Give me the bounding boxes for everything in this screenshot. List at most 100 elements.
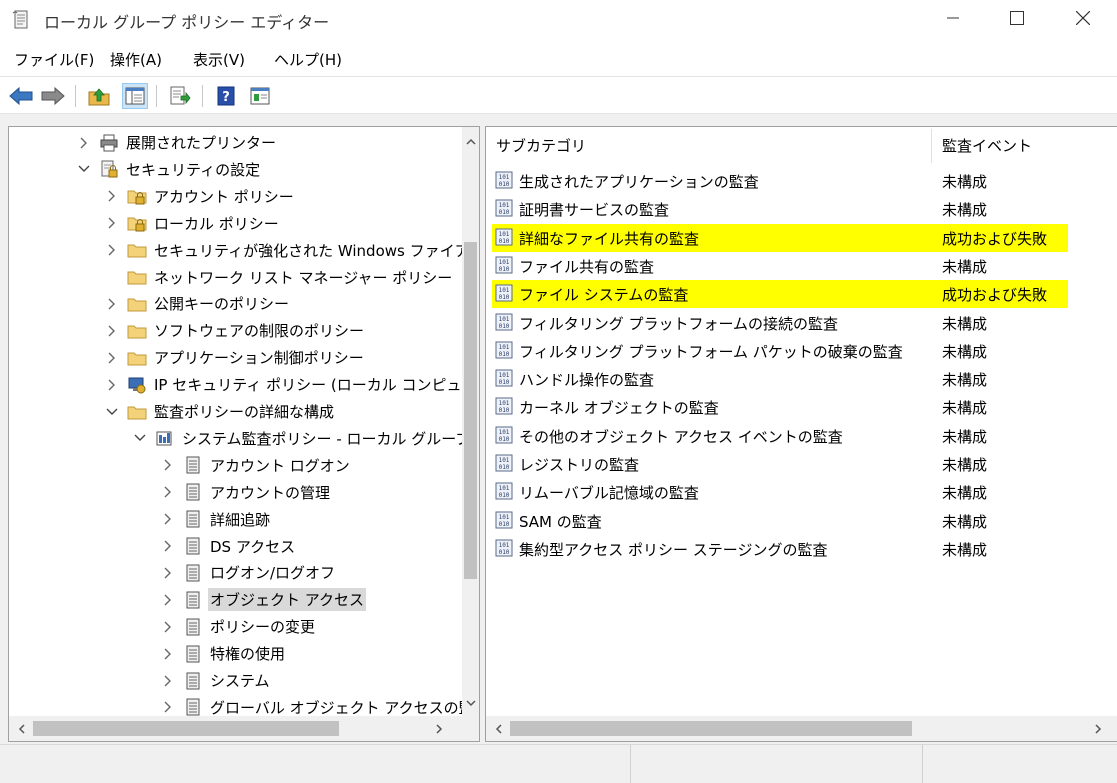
list-item[interactable]: 101 010 SAM の監査 未構成 (486, 506, 1117, 534)
forward-button[interactable] (40, 83, 66, 109)
scroll-right-button[interactable] (431, 720, 448, 737)
tree-item[interactable]: 特権の使用 (161, 640, 287, 667)
tree-item[interactable]: 詳細追跡 (161, 506, 272, 533)
tree-item[interactable]: セキュリティの設定 (77, 156, 262, 183)
tree-item[interactable]: ローカル ポリシー (105, 210, 281, 237)
tree-item[interactable]: システム (161, 667, 272, 694)
subcategory-name: ファイル システムの監査 (519, 286, 689, 305)
chevron-right-icon[interactable] (161, 674, 175, 688)
chevron-right-icon[interactable] (105, 297, 119, 311)
tree-item[interactable]: ネットワーク リスト マネージャー ポリシー (105, 264, 454, 291)
list-item[interactable]: 101 010 集約型アクセス ポリシー ステージングの監査 未構成 (486, 534, 1117, 562)
tree-item[interactable]: アカウント ログオン (161, 452, 352, 479)
chevron-right-icon[interactable] (105, 216, 119, 230)
chevron-right-icon[interactable] (161, 458, 175, 472)
tree-item[interactable]: DS アクセス (161, 533, 297, 560)
tree-item[interactable]: アカウントの管理 (161, 479, 332, 506)
help-button[interactable]: ? (213, 83, 239, 109)
list-item[interactable]: 101 010 カーネル オブジェクトの監査 未構成 (486, 392, 1117, 420)
list-scroll-left-button[interactable] (490, 720, 507, 737)
tree-item[interactable]: IP セキュリティ ポリシー (ローカル コンピュータ (105, 371, 479, 398)
tree-item[interactable]: セキュリティが強化された Windows ファイア (105, 237, 472, 264)
scroll-up-button[interactable] (462, 133, 479, 150)
subcategory-name: ハンドル操作の監査 (519, 371, 655, 390)
list-item[interactable]: 101 010 ファイル システムの監査 成功および失敗 (486, 279, 1117, 309)
list-pane[interactable]: サブカテゴリ 監査イベント 101 010 生成されたアプリケーションの監査 未構成 1… (485, 126, 1117, 742)
tree-item[interactable]: オブジェクト アクセス (161, 586, 367, 613)
back-button[interactable] (8, 83, 34, 109)
chevron-right-icon[interactable] (105, 189, 119, 203)
tree-pane[interactable]: 展開されたプリンター セキュリティの設定 アカウント ポリシー ローカル ポリシーセキ… (8, 126, 480, 742)
tree-item-label: セキュリティが強化された Windows ファイア (154, 241, 470, 260)
status-segment (630, 745, 922, 783)
list-horizontal-scrollbar[interactable] (486, 716, 1117, 741)
svg-text:101: 101 (499, 400, 510, 407)
list-item[interactable]: 101 010 レジストリの監査 未構成 (486, 449, 1117, 477)
chevron-right-icon[interactable] (161, 620, 175, 634)
tree-item[interactable]: システム監査ポリシー - ローカル グループ (133, 425, 472, 452)
list-item[interactable]: 101 010 ファイル共有の監査 未構成 (486, 251, 1117, 279)
list-item[interactable]: 101 010 生成されたアプリケーションの監査 未構成 (486, 166, 1117, 194)
chevron-down-icon[interactable] (77, 162, 91, 176)
up-folder-button[interactable] (86, 83, 112, 109)
maximize-button[interactable] (988, 0, 1046, 36)
chevron-right-icon[interactable] (161, 593, 175, 607)
chevron-right-icon[interactable] (161, 566, 175, 580)
list-item[interactable]: 101 010 リムーバブル記憶域の監査 未構成 (486, 477, 1117, 505)
tree-vertical-scrollbar[interactable] (462, 127, 479, 718)
chevron-right-icon[interactable] (161, 485, 175, 499)
list-item[interactable]: 101 010 証明書サービスの監査 未構成 (486, 194, 1117, 222)
export-list-button[interactable] (167, 83, 193, 109)
tree-horizontal-scroll-thumb[interactable] (33, 721, 339, 736)
list-item[interactable]: 101 010 フィルタリング プラットフォームの接続の監査 未構成 (486, 308, 1117, 336)
locked-folder-icon (127, 186, 147, 206)
chevron-right-icon[interactable] (77, 136, 91, 150)
scroll-left-button[interactable] (13, 720, 30, 737)
list-item[interactable]: 101 010 フィルタリング プラットフォーム パケットの破棄の監査 未構成 (486, 336, 1117, 364)
tree-item-label: ログオン/ログオフ (210, 564, 336, 583)
audit-event-value: 成功および失敗 (942, 229, 1048, 248)
tree-item[interactable]: 公開キーのポリシー (105, 290, 291, 317)
gpedit-app-icon (12, 10, 28, 29)
list-horizontal-scroll-thumb[interactable] (510, 721, 912, 736)
chevron-right-icon[interactable] (105, 351, 119, 365)
tree-item[interactable]: 展開されたプリンター (77, 129, 278, 156)
up-folder-icon (88, 88, 110, 106)
chevron-right-icon[interactable] (161, 700, 175, 714)
chevron-right-icon[interactable] (105, 378, 119, 392)
show-hide-tree-button[interactable] (122, 83, 148, 109)
chevron-down-icon[interactable] (105, 405, 119, 419)
tree-item[interactable]: ソフトウェアの制限のポリシー (105, 317, 366, 344)
chevron-right-icon[interactable] (161, 539, 175, 553)
properties-button[interactable] (247, 83, 273, 109)
tree-item[interactable]: 監査ポリシーの詳細な構成 (105, 398, 336, 425)
list-scroll-right-button[interactable] (1090, 720, 1107, 737)
tree-vertical-scroll-thumb[interactable] (464, 242, 477, 579)
list-item[interactable]: 101 010 ハンドル操作の監査 未構成 (486, 364, 1117, 392)
tree-item-label: 特権の使用 (210, 645, 286, 664)
menu-view[interactable]: 表示(V) (193, 49, 245, 70)
tree-item[interactable]: アプリケーション制御ポリシー (105, 344, 366, 371)
chevron-right-icon[interactable] (105, 243, 119, 257)
chevron-right-icon[interactable] (105, 324, 119, 338)
column-header-subcategory[interactable]: サブカテゴリ (486, 127, 931, 163)
maximize-icon (1010, 11, 1024, 25)
chevron-right-icon[interactable] (161, 647, 175, 661)
tree-item[interactable]: アカウント ポリシー (105, 183, 296, 210)
audit-event-value: 未構成 (942, 484, 988, 503)
chevron-right-icon[interactable] (161, 512, 175, 526)
tree-horizontal-scrollbar[interactable] (9, 716, 479, 741)
list-item[interactable]: 101 010 その他のオブジェクト アクセス イベントの監査 未構成 (486, 421, 1117, 449)
menu-help[interactable]: ヘルプ(H) (274, 49, 342, 70)
chevron-down-icon[interactable] (133, 431, 147, 445)
audit-subcategory-icon: 101 010 (494, 227, 514, 247)
tree-item[interactable]: ポリシーの変更 (161, 613, 317, 640)
menu-action[interactable]: 操作(A) (110, 49, 162, 70)
scroll-down-button[interactable] (462, 695, 479, 712)
tree-item[interactable]: ログオン/ログオフ (161, 559, 337, 586)
menu-file[interactable]: ファイル(F) (14, 49, 94, 70)
minimize-button[interactable] (924, 0, 982, 36)
close-button[interactable] (1054, 0, 1112, 36)
list-item[interactable]: 101 010 詳細なファイル共有の監査 成功および失敗 (486, 223, 1117, 252)
column-header-audit-events[interactable]: 監査イベント (932, 127, 1117, 163)
